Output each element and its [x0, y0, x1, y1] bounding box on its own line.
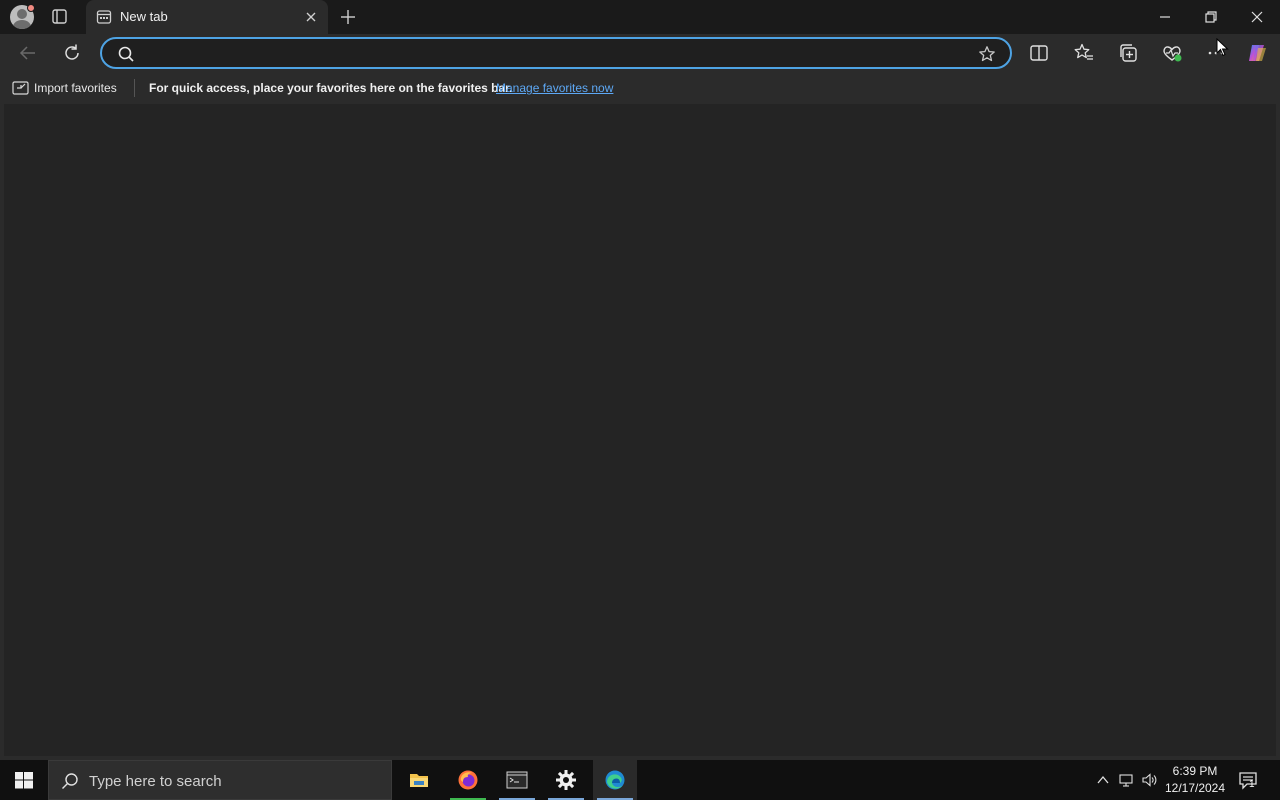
clock-date: 12/17/2024: [1164, 781, 1226, 795]
import-favorites-label: Import favorites: [34, 81, 117, 95]
refresh-button[interactable]: [61, 42, 83, 64]
taskbar-search-box[interactable]: Type here to search: [48, 760, 392, 800]
taskbar-settings[interactable]: [544, 760, 588, 800]
new-tab-button[interactable]: [340, 9, 356, 25]
gear-icon: [556, 770, 576, 790]
restore-button[interactable]: [1203, 9, 1219, 25]
file-explorer-icon: [410, 774, 428, 787]
mouse-cursor-icon: [1216, 38, 1229, 57]
tab-actions-icon[interactable]: [50, 8, 70, 26]
favorites-icon[interactable]: [1073, 42, 1095, 64]
browser-essentials-icon[interactable]: [1161, 42, 1183, 64]
volume-icon[interactable]: [1142, 772, 1158, 788]
split-screen-icon[interactable]: [1028, 42, 1050, 64]
collections-icon[interactable]: [1117, 42, 1139, 64]
minimize-button[interactable]: [1157, 9, 1173, 25]
manage-favorites-link[interactable]: Manage favorites now: [496, 81, 613, 95]
network-icon[interactable]: [1119, 772, 1135, 788]
title-bar: New tab: [0, 0, 1280, 34]
add-favorite-star-icon[interactable]: [978, 45, 996, 63]
search-icon: [62, 773, 78, 789]
favorites-bar-message: For quick access, place your favorites h…: [149, 81, 513, 95]
taskbar-edge[interactable]: [593, 760, 637, 800]
taskbar-search-placeholder: Type here to search: [89, 773, 222, 790]
taskbar-firefox[interactable]: [446, 760, 490, 800]
navigation-toolbar: [0, 34, 1280, 72]
close-tab-icon[interactable]: [304, 10, 318, 24]
start-button[interactable]: [0, 760, 48, 800]
taskbar: Type here to search 6:39 PM 12/17/2024 1: [0, 760, 1280, 800]
import-favorites-icon: [12, 81, 29, 95]
tab-title: New tab: [120, 9, 168, 24]
copilot-icon[interactable]: [1246, 42, 1268, 64]
firefox-icon: [458, 770, 478, 790]
taskbar-terminal[interactable]: [495, 760, 539, 800]
address-input[interactable]: [144, 43, 964, 65]
close-window-button[interactable]: [1249, 9, 1265, 25]
back-button[interactable]: [17, 42, 39, 64]
tab-new-tab[interactable]: New tab: [86, 0, 328, 34]
taskbar-file-explorer[interactable]: [397, 760, 441, 800]
page-content-area: [4, 104, 1276, 756]
terminal-icon: [506, 771, 528, 789]
notification-count-badge: 1: [1249, 779, 1255, 790]
system-clock[interactable]: 6:39 PM 12/17/2024: [1162, 763, 1228, 797]
address-bar[interactable]: [100, 37, 1012, 69]
show-hidden-icons-chevron-icon[interactable]: [1095, 772, 1111, 788]
windows-logo-icon: [15, 772, 33, 789]
profile-notification-dot: [27, 4, 35, 12]
new-tab-page-icon: [96, 10, 112, 24]
search-icon: [118, 46, 134, 62]
favorites-divider: [134, 79, 135, 97]
favorites-bar: Import favorites For quick access, place…: [0, 72, 1280, 104]
edge-icon: [605, 770, 625, 790]
clock-time: 6:39 PM: [1172, 764, 1218, 778]
